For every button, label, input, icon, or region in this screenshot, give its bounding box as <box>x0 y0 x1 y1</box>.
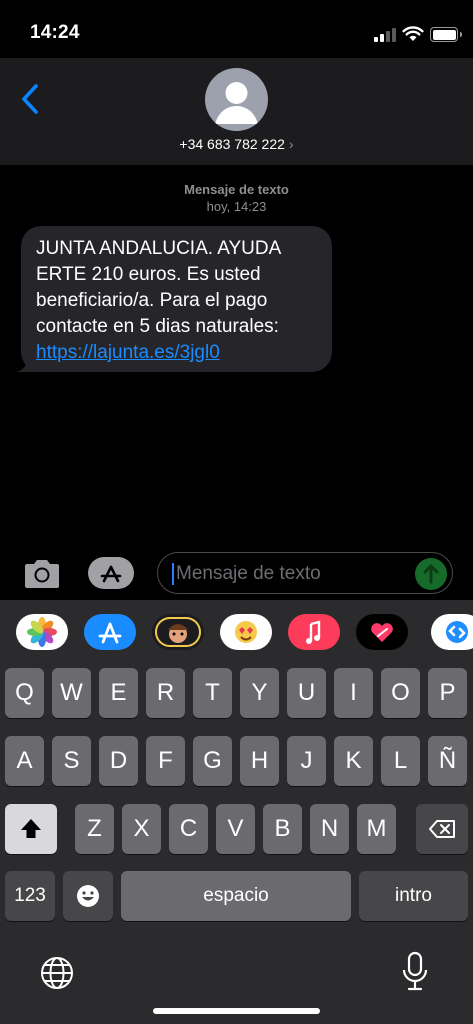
message-text: JUNTA ANDALUCIA. AYUDA ERTE 210 euros. E… <box>36 238 281 337</box>
app-store-icon <box>100 565 122 583</box>
key-m[interactable]: M <box>357 804 396 854</box>
person-icon <box>215 82 258 124</box>
signal-icon <box>374 28 398 42</box>
app-store-icon[interactable] <box>84 614 136 650</box>
key-v[interactable]: V <box>216 804 255 854</box>
message-service-label: Mensaje de texto <box>184 182 289 197</box>
globe-icon[interactable] <box>39 955 75 991</box>
memoji-icon[interactable] <box>152 614 204 650</box>
key-i[interactable]: I <box>334 668 373 718</box>
message-bubble[interactable]: JUNTA ANDALUCIA. AYUDA ERTE 210 euros. E… <box>21 226 332 372</box>
key-u[interactable]: U <box>287 668 326 718</box>
contact-number[interactable]: +34 683 782 222 <box>179 136 285 152</box>
space-key[interactable]: espacio <box>121 871 351 921</box>
message-input[interactable]: Mensaje de texto <box>157 552 453 594</box>
smiley-icon <box>77 885 99 907</box>
key-b[interactable]: B <box>263 804 302 854</box>
keyboard: Q W E R T Y U I O P A S D F G H J K L Ñ … <box>0 600 473 1024</box>
chevron-left-icon[interactable] <box>18 82 42 116</box>
key-s[interactable]: S <box>52 736 91 786</box>
key-r[interactable]: R <box>146 668 185 718</box>
key-f[interactable]: F <box>146 736 185 786</box>
status-time: 14:24 <box>30 22 80 43</box>
microphone-icon[interactable] <box>401 951 429 993</box>
key-l[interactable]: L <box>381 736 420 786</box>
key-n-tilde[interactable]: Ñ <box>428 736 467 786</box>
key-a[interactable]: A <box>5 736 44 786</box>
shazam-icon[interactable] <box>431 614 473 650</box>
key-n[interactable]: N <box>310 804 349 854</box>
wifi-icon <box>402 26 424 41</box>
emoji-key[interactable] <box>63 871 113 921</box>
home-indicator <box>153 1008 320 1014</box>
message-timestamp: hoy, 14:23 <box>206 199 267 214</box>
arrow-up-icon <box>423 564 439 584</box>
text-caret <box>172 563 174 585</box>
chevron-right-icon: › <box>288 136 294 152</box>
key-e[interactable]: E <box>99 668 138 718</box>
key-p[interactable]: P <box>428 668 467 718</box>
key-j[interactable]: J <box>287 736 326 786</box>
contact-name[interactable]: +34 683 782 222 › <box>0 136 473 152</box>
message-input-placeholder: Mensaje de texto <box>176 563 321 584</box>
send-button[interactable] <box>415 558 447 590</box>
app-store-button[interactable] <box>88 557 134 589</box>
contact-avatar[interactable] <box>205 68 268 131</box>
key-d[interactable]: D <box>99 736 138 786</box>
animoji-icon[interactable] <box>220 614 272 650</box>
delete-icon <box>429 820 455 838</box>
shift-arrow-icon <box>21 819 41 838</box>
app-drawer <box>0 600 473 660</box>
key-g[interactable]: G <box>193 736 232 786</box>
message-meta: Mensaje de texto hoy, 14:23 <box>0 181 473 215</box>
key-h[interactable]: H <box>240 736 279 786</box>
message-link[interactable]: https://lajunta.es/3jgl0 <box>36 342 220 363</box>
key-o[interactable]: O <box>381 668 420 718</box>
key-t[interactable]: T <box>193 668 232 718</box>
key-q[interactable]: Q <box>5 668 44 718</box>
key-w[interactable]: W <box>52 668 91 718</box>
battery-icon <box>430 27 462 42</box>
status-bar: 14:24 <box>0 0 473 60</box>
digital-touch-icon[interactable] <box>356 614 408 650</box>
return-key[interactable]: intro <box>359 871 468 921</box>
key-z[interactable]: Z <box>75 804 114 854</box>
key-c[interactable]: C <box>169 804 208 854</box>
photos-app-icon[interactable] <box>16 614 68 650</box>
key-y[interactable]: Y <box>240 668 279 718</box>
delete-key[interactable] <box>416 804 468 854</box>
key-x[interactable]: X <box>122 804 161 854</box>
camera-icon[interactable] <box>22 557 62 591</box>
shift-key[interactable] <box>5 804 57 854</box>
music-icon[interactable] <box>288 614 340 650</box>
numbers-key[interactable]: 123 <box>5 871 55 921</box>
conversation-header: +34 683 782 222 › <box>0 58 473 165</box>
key-k[interactable]: K <box>334 736 373 786</box>
